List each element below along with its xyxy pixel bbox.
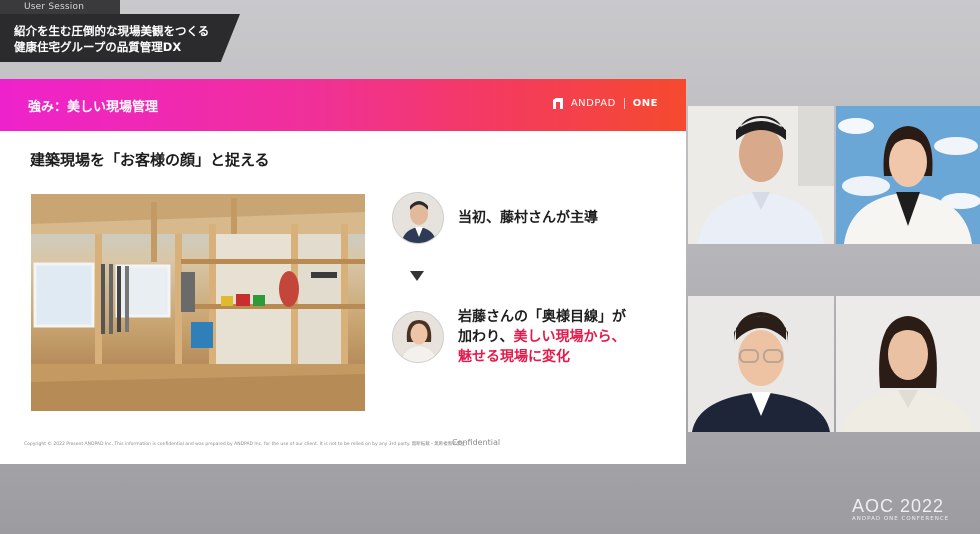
slide-header: 強み：美しい現場管理 ANDPAD ONE — [0, 79, 686, 131]
video-tile-presenter-1 — [688, 106, 834, 244]
session-tag: User Session — [0, 0, 120, 14]
item2-line3: 魅せる現場に変化 — [458, 349, 570, 365]
arrow-down-icon — [410, 271, 424, 281]
presentation-slide: 強み：美しい現場管理 ANDPAD ONE 建築現場を「お客様の顔」と捉える 当… — [0, 79, 686, 464]
session-title-line2: 健康住宅グループの品質管理DX — [14, 40, 182, 54]
brand-one: ONE — [632, 98, 658, 109]
slide-copyright: Copyright © 2022 Present ANDPAD Inc. Thi… — [24, 442, 466, 447]
slide-confidential: Confidential — [452, 438, 501, 447]
slide-subtitle: 建築現場を「お客様の顔」と捉える — [30, 151, 270, 169]
brand-divider — [623, 98, 625, 109]
item1-text: 当初、藤村さんが主導 — [458, 210, 598, 226]
conference-subtitle: ANDPAD ONE CONFERENCE — [852, 516, 950, 522]
andpad-mark-icon — [552, 98, 563, 109]
brand-name: ANDPAD — [570, 98, 616, 109]
session-title: 紹介を生む圧倒的な現場美観をつくる 健康住宅グループの品質管理DX — [0, 14, 240, 62]
item2-line2-accent: 美しい現場から、 — [513, 329, 626, 345]
brand-logo: ANDPAD ONE — [552, 98, 658, 109]
session-title-line1: 紹介を生む圧倒的な現場美観をつくる — [14, 24, 210, 38]
avatar-iwafuji — [392, 311, 444, 363]
item-change: 岩藤さんの「奥様目線」が 加わり、美しい現場から、 魅せる現場に変化 — [392, 307, 626, 367]
item-initial-lead: 当初、藤村さんが主導 — [392, 192, 598, 244]
item2-line2-prefix: 加わり、 — [458, 329, 514, 345]
video-tile-presenter-2 — [836, 106, 980, 244]
video-tile-presenter-3 — [688, 296, 834, 432]
video-tile-presenter-4 — [836, 296, 980, 432]
item2-line1: 岩藤さんの「奥様目線」が — [458, 309, 626, 325]
slide-header-title: 強み：美しい現場管理 — [28, 100, 159, 115]
conference-logo: AOC 2022 ANDPAD ONE CONFERENCE — [852, 496, 949, 522]
conference-name: AOC 2022 — [852, 496, 945, 516]
item2-text: 岩藤さんの「奥様目線」が 加わり、美しい現場から、 魅せる現場に変化 — [458, 307, 626, 367]
item2-line2: 加わり、美しい現場から、 — [458, 327, 626, 347]
avatar-fujimura — [392, 192, 444, 244]
construction-site-photo — [31, 194, 365, 411]
